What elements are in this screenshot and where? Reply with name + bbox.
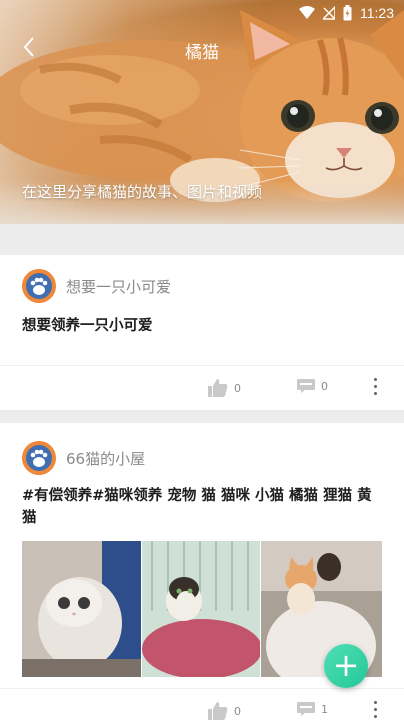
- add-post-button[interactable]: +: [324, 644, 368, 688]
- paw-icon: [22, 269, 56, 303]
- post-photo[interactable]: [142, 541, 260, 677]
- comment-count: 1: [321, 702, 328, 716]
- signal-off-icon: [323, 6, 335, 20]
- post-text: #有偿领养#猫咪领养 宠物 猫 猫咪 小猫 橘猫 狸猫 黄猫: [22, 488, 372, 526]
- post-author[interactable]: 想要一只小可爱: [22, 269, 171, 303]
- post-actions: 0 0: [0, 365, 404, 411]
- post-photo[interactable]: [22, 541, 141, 677]
- comment-button[interactable]: 1: [297, 702, 328, 716]
- paw-icon: [22, 441, 56, 475]
- post-card[interactable]: 想要一只小可爱 想要领养一只小可爱 0 0: [0, 255, 404, 410]
- more-options-button[interactable]: [372, 701, 378, 720]
- thumbs-up-icon: [208, 379, 228, 397]
- avatar: [22, 269, 56, 303]
- like-button[interactable]: 0: [208, 379, 241, 397]
- page-title: 橘猫: [185, 43, 219, 63]
- comment-button[interactable]: 0: [297, 379, 328, 393]
- thumbs-up-icon: [208, 702, 228, 720]
- comment-count: 0: [321, 379, 328, 393]
- banner-description: 在这里分享橘猫的故事、图片和视频: [22, 183, 263, 201]
- like-count: 0: [234, 704, 241, 718]
- like-button[interactable]: 0: [208, 702, 241, 720]
- post-text: 想要领养一只小可爱: [22, 318, 153, 334]
- wifi-icon: [299, 6, 315, 19]
- post-author[interactable]: 66猫的小屋: [22, 441, 145, 475]
- author-name: 想要一只小可爱: [66, 277, 172, 296]
- like-count: 0: [234, 381, 241, 395]
- comment-icon: [297, 379, 315, 393]
- status-bar: 11:23: [0, 0, 404, 28]
- more-dots-icon: [373, 701, 377, 704]
- battery-charging-icon: [343, 5, 352, 21]
- more-options-button[interactable]: [372, 378, 378, 398]
- screen: 11:23 橘猫 在这里分享橘猫的故事、图片和视频 想要一只小可爱 想要领养一只…: [0, 0, 404, 720]
- avatar: [22, 441, 56, 475]
- status-time: 11:23: [360, 5, 394, 21]
- header-banner: 11:23 橘猫 在这里分享橘猫的故事、图片和视频: [0, 0, 404, 224]
- author-name: 66猫的小屋: [66, 449, 146, 468]
- post-actions: 0 1: [0, 688, 404, 720]
- comment-icon: [297, 702, 315, 716]
- more-dots-icon: [373, 378, 377, 381]
- plus-icon: +: [332, 646, 360, 684]
